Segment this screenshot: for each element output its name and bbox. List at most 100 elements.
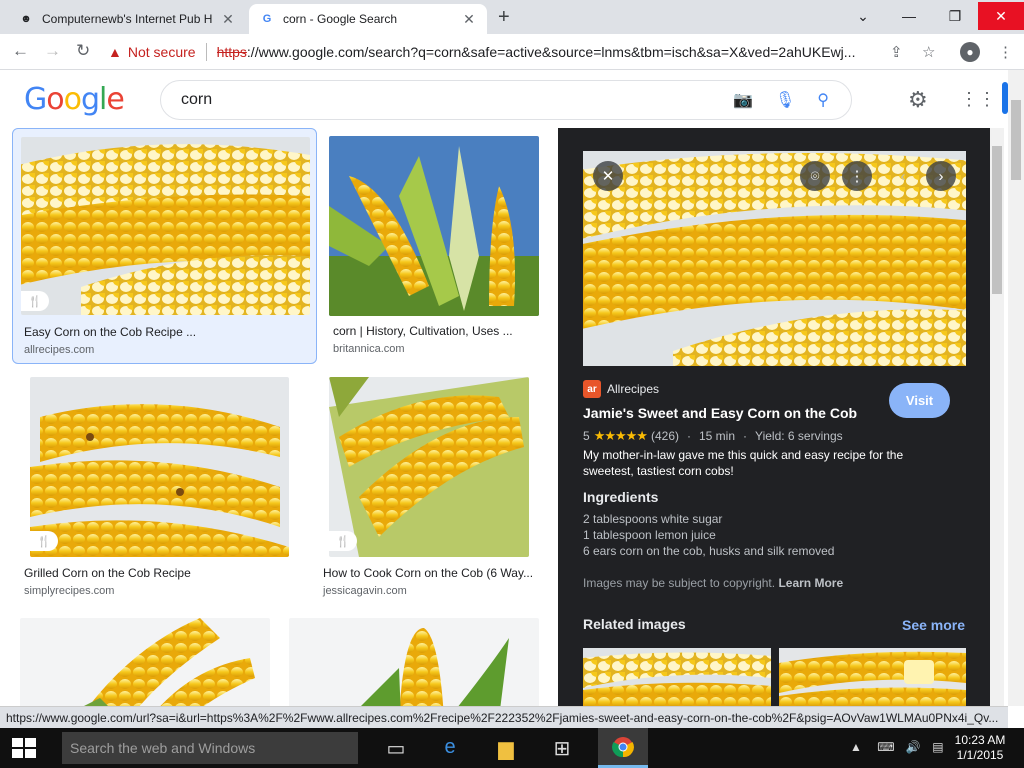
result-thumbnail[interactable]: 🍴 — [329, 377, 529, 557]
system-tray: ▲ ⌨ 🔊 ▤ — [850, 740, 944, 754]
forward-arrow-icon[interactable]: → — [44, 41, 61, 61]
maximize-button[interactable]: ❐ — [932, 2, 978, 30]
source-name[interactable]: Allrecipes — [607, 382, 659, 396]
bullet-separator: · — [686, 429, 691, 443]
preview-image[interactable]: ✕ ⌾ ⋮ ‹ › — [583, 151, 966, 366]
volume-icon[interactable]: 🔊 — [906, 740, 921, 754]
back-arrow-icon[interactable]: ← — [12, 41, 29, 61]
tab-google-search[interactable]: G corn - Google Search ✕ — [249, 4, 487, 34]
windows-start-icon[interactable] — [12, 738, 36, 758]
result-card[interactable]: 🍴 How to Cook Corn on the Cob (6 Way... … — [310, 370, 550, 606]
tab-title: corn - Google Search — [283, 12, 398, 26]
task-view-icon[interactable]: ▭ — [382, 736, 410, 761]
menu-kebab-icon[interactable]: ⋮ — [998, 43, 1013, 61]
visit-button[interactable]: Visit — [889, 383, 950, 418]
notifications-icon[interactable]: ▤ — [932, 740, 943, 754]
new-tab-button[interactable]: + — [498, 6, 510, 29]
microphone-icon[interactable]: 🎙 — [775, 90, 795, 110]
recipe-fork-icon: 🍴 — [30, 531, 58, 551]
result-thumbnail[interactable]: 🍴 — [30, 377, 289, 557]
network-icon[interactable]: ⌨ — [877, 740, 894, 754]
learn-more-link[interactable]: Learn More — [778, 576, 843, 590]
search-box[interactable]: 📷 🎙 ⚲ — [160, 80, 852, 120]
chrome-taskbar-button[interactable] — [598, 728, 648, 768]
scroll-thumb[interactable] — [992, 146, 1002, 294]
result-card[interactable]: 🍴 Easy Corn on the Cob Recipe ... allrec… — [12, 128, 317, 364]
google-favicon-icon: G — [262, 13, 272, 25]
address-bar[interactable]: ▲ Not secure https://www.google.com/sear… — [108, 38, 954, 66]
divider — [205, 43, 207, 61]
scroll-thumb[interactable] — [1011, 100, 1021, 180]
tab-close-icon[interactable]: ✕ — [461, 11, 477, 28]
url-text[interactable]: https://www.google.com/search?q=corn&saf… — [217, 44, 954, 60]
store-icon[interactable]: ⊞ — [548, 736, 576, 761]
rating-row: 5 ★★★★★ (426) · 15 min · Yield: 6 servin… — [583, 428, 843, 444]
ingredient-item: 6 ears corn on the cob, husks and silk r… — [583, 544, 835, 558]
settings-gear-icon[interactable]: ⚙ — [908, 87, 928, 113]
share-icon[interactable]: ⇪ — [890, 43, 903, 61]
tab-close-icon[interactable]: ✕ — [220, 11, 236, 28]
page-scrollbar[interactable] — [1008, 70, 1024, 706]
corn-image — [329, 136, 539, 316]
result-thumbnail[interactable] — [289, 618, 539, 706]
result-thumbnail[interactable]: 🍴 — [21, 137, 310, 315]
result-source: jessicagavin.com — [323, 585, 407, 597]
recipe-fork-icon: 🍴 — [21, 291, 49, 311]
google-logo[interactable]: Google — [24, 82, 125, 117]
result-source: simplyrecipes.com — [24, 585, 115, 597]
search-icon[interactable]: ⚲ — [817, 90, 829, 110]
taskbar-search-box[interactable]: Search the web and Windows — [62, 732, 358, 764]
result-caption[interactable]: corn | History, Cultivation, Uses ... — [333, 324, 543, 338]
result-card[interactable]: corn | History, Cultivation, Uses ... br… — [320, 128, 550, 364]
tab-pub[interactable]: ☻ Computernewb's Internet Pub H ✕ — [8, 4, 246, 34]
ingredient-item: 1 tablespoon lemon juice — [583, 528, 716, 542]
corn-image — [583, 648, 771, 706]
corn-image — [329, 377, 529, 557]
preview-title[interactable]: Jamie's Sweet and Easy Corn on the Cob — [583, 405, 857, 421]
link-status-bar: https://www.google.com/url?sa=i&url=http… — [0, 706, 1008, 728]
windows-taskbar: Search the web and Windows ▭ e ▆ ⊞ ▲ ⌨ 🔊… — [0, 728, 1024, 768]
preview-description: My mother-in-law gave me this quick and … — [583, 448, 904, 478]
result-caption[interactable]: Grilled Corn on the Cob Recipe — [24, 566, 294, 580]
result-card[interactable]: 🍴 Grilled Corn on the Cob Recipe simplyr… — [12, 370, 304, 606]
copyright-text: Images may be subject to copyright. — [583, 576, 776, 590]
result-thumbnail[interactable] — [20, 618, 270, 706]
camera-search-icon[interactable]: 📷 — [733, 90, 753, 110]
lens-search-icon[interactable]: ⌾ — [800, 161, 830, 191]
related-image[interactable] — [779, 648, 966, 706]
bookmark-star-icon[interactable]: ☆ — [922, 43, 935, 61]
clock[interactable]: 10:23 AM 1/1/2015 — [950, 733, 1010, 763]
clock-date: 1/1/2015 — [956, 748, 1004, 762]
result-caption[interactable]: How to Cook Corn on the Cob (6 Way... — [323, 566, 538, 580]
panel-scrollbar[interactable] — [990, 128, 1004, 706]
tab-search-chevron-icon[interactable]: ⌄ — [840, 2, 886, 30]
source-row[interactable]: ar Allrecipes — [583, 380, 659, 398]
image-preview-panel: ✕ ⌾ ⋮ ‹ › ar Allrecipes Visit Jamie's Sw… — [558, 128, 990, 706]
allrecipes-logo-icon: ar — [583, 380, 601, 398]
recipe-fork-icon: 🍴 — [329, 531, 357, 551]
minimize-button[interactable]: — — [886, 2, 932, 30]
google-header: Google 📷 🎙 ⚲ ⚙ ⋮⋮⋮ — [0, 70, 1014, 128]
close-window-button[interactable]: ✕ — [978, 2, 1024, 30]
profile-avatar-icon[interactable]: ● — [960, 42, 980, 62]
result-caption[interactable]: Easy Corn on the Cob Recipe ... — [24, 325, 304, 339]
more-options-icon[interactable]: ⋮ — [842, 161, 872, 191]
related-image[interactable] — [583, 648, 771, 706]
show-hidden-icons-icon[interactable]: ▲ — [850, 740, 862, 754]
close-preview-icon[interactable]: ✕ — [593, 161, 623, 191]
not-secure-label[interactable]: Not secure — [128, 44, 196, 60]
file-explorer-icon[interactable]: ▆ — [492, 736, 520, 761]
url-scheme: https — [216, 44, 247, 60]
previous-image-icon[interactable]: ‹ — [888, 161, 918, 191]
tab-title: Computernewb's Internet Pub H — [42, 12, 213, 26]
result-thumbnail[interactable] — [329, 136, 539, 316]
search-input[interactable] — [181, 91, 734, 109]
review-count: (426) — [650, 429, 679, 443]
internet-explorer-icon[interactable]: e — [436, 736, 464, 759]
corn-image — [30, 377, 289, 557]
reload-icon[interactable]: ↻ — [76, 41, 90, 61]
star-rating-icon: ★★★★★ — [593, 428, 648, 443]
next-image-icon[interactable]: › — [926, 161, 956, 191]
corn-image — [779, 648, 966, 706]
see-more-link[interactable]: See more — [902, 617, 965, 633]
